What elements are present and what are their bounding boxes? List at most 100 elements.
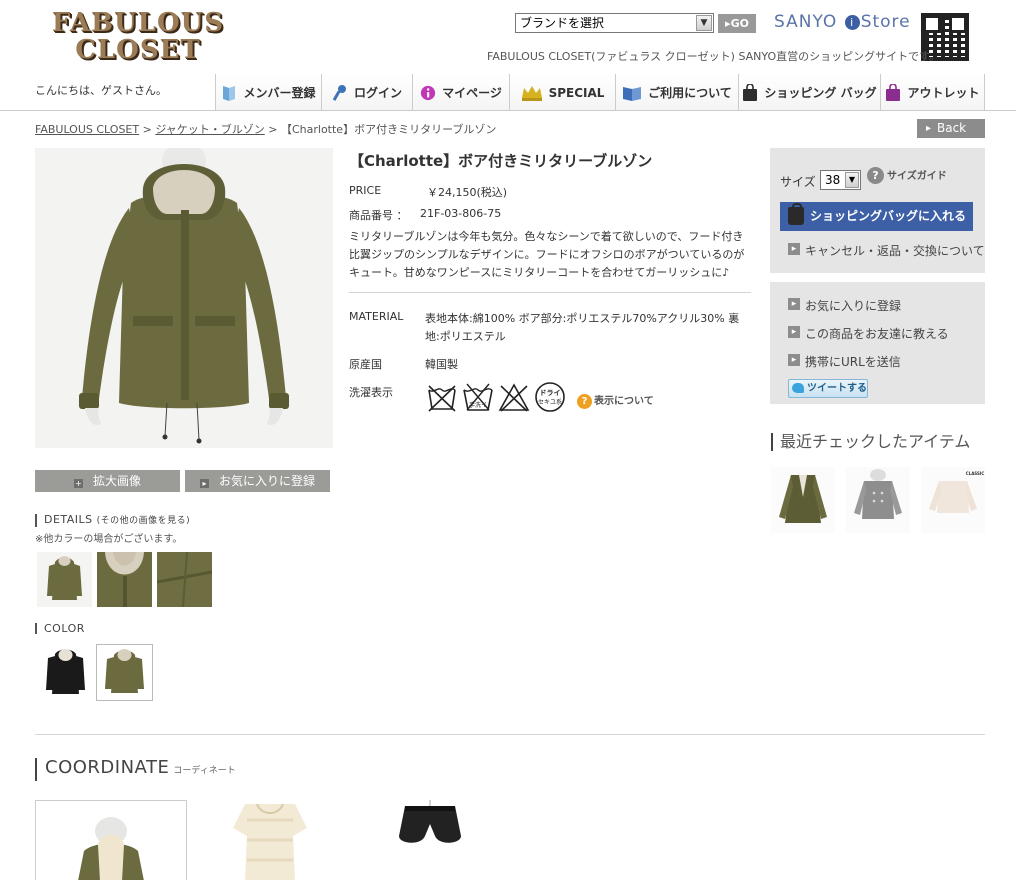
thumb-image <box>97 552 152 607</box>
twitter-bird-icon <box>792 383 804 393</box>
book-icon <box>223 85 236 101</box>
breadcrumb-separator: > <box>268 123 278 136</box>
nav-label: ショッピング バッグ <box>764 86 877 100</box>
nav-shopping-bag[interactable]: ショッピング バッグ <box>739 74 881 111</box>
chevron-down-icon: ▼ <box>845 172 859 188</box>
recent-item-brand-tag: CLASSIC <box>966 471 985 476</box>
nav-label: SPECIAL <box>548 85 605 100</box>
add-to-bag-button[interactable]: ショッピングバッグに入れる <box>780 202 973 231</box>
brand-select-value: ブランドを選択 <box>520 16 605 30</box>
swatch-image <box>37 644 94 701</box>
header-divider <box>0 110 1016 111</box>
go-button[interactable]: ▸GO <box>718 14 756 33</box>
sku-value: 21F-03-806-75 <box>420 207 502 220</box>
thumb-image <box>157 552 212 607</box>
breadcrumb-current: 【Charlotte】ボア付きミリタリーブルゾン <box>280 123 497 136</box>
coordinate-item[interactable] <box>35 800 187 880</box>
coordinate-item-image <box>36 801 186 880</box>
nav-login[interactable]: ログイン <box>322 74 413 111</box>
nav-special[interactable]: SPECIAL <box>510 74 616 111</box>
coordinate-title: COORDINATE <box>45 757 170 778</box>
go-label: GO <box>730 17 749 30</box>
swatch-image <box>97 645 152 700</box>
care-info-link[interactable]: ? 表示について <box>577 392 654 409</box>
tell-friend-link[interactable]: この商品をお友達に教える <box>788 325 949 342</box>
dry-clean-icon: ドライセキユ系 <box>535 382 565 412</box>
nav-guide[interactable]: ご利用について <box>616 74 739 111</box>
zoom-image-button[interactable]: + 拡大画像 <box>35 470 180 492</box>
thumb-image <box>37 552 92 607</box>
nav-mypage[interactable]: マイページ <box>413 74 510 111</box>
shopping-bag-icon <box>743 83 758 101</box>
plus-icon: + <box>73 479 83 488</box>
coordinate-item-image <box>195 800 345 880</box>
dry-text: ドライ <box>540 389 561 397</box>
zoom-label: 拡大画像 <box>92 474 141 488</box>
global-nav: メンバー登録 ログイン マイページ SPECIAL ご利用について ショッピング… <box>215 74 985 111</box>
nav-label: アウトレット <box>907 86 980 100</box>
sku-label: 商品番号 ： <box>349 209 408 222</box>
recent-item[interactable] <box>846 467 910 533</box>
product-description: ミリタリーブルゾンは今年も気分。色々なシーンで着て欲しいので、フード付き比翼ジッ… <box>349 230 745 279</box>
material-value: 表地本体:綿100% ボア部分:ポリエステル70%アクリル30% 裏地:ポリエス… <box>425 312 740 343</box>
logo-line-1: FABULOUS <box>51 8 225 38</box>
favorite-link[interactable]: お気に入りに登録 <box>788 297 901 314</box>
product-title: 【Charlotte】ボア付きミリタリーブルゾン <box>349 152 653 170</box>
dry-sub-text: セキユ系 <box>538 398 562 406</box>
details-heading: DETAILS (その他の画像を見る) <box>35 514 190 527</box>
detail-thumb-fabric[interactable] <box>157 552 212 607</box>
add-favorite-button[interactable]: ▸ お気に入りに登録 <box>185 470 330 492</box>
details-note: ※他カラーの場合がございます。 <box>35 534 183 545</box>
question-icon: ? <box>867 167 884 184</box>
sanyo-store-logo[interactable]: SANYO i Store <box>774 12 911 32</box>
material-label: MATERIAL <box>349 310 404 323</box>
breadcrumb-separator: > <box>142 123 152 136</box>
send-url-link[interactable]: 携帯にURLを送信 <box>788 353 901 370</box>
brand-select[interactable]: ブランドを選択 ▼ <box>515 13 714 33</box>
store-logo-text-a: SANYO <box>774 12 838 32</box>
color-swatch-khaki[interactable] <box>96 644 153 701</box>
size-guide-link[interactable]: ? サイズガイド <box>867 167 947 184</box>
back-button[interactable]: Back <box>917 119 985 138</box>
recent-items-heading: 最近チェックしたアイテム <box>771 433 970 451</box>
crown-icon <box>521 85 542 101</box>
coordinate-item[interactable] <box>355 800 505 880</box>
details-label: DETAILS <box>44 513 93 526</box>
nav-outlet[interactable]: アウトレット <box>881 74 985 111</box>
size-select[interactable]: 38 ▼ <box>820 170 861 190</box>
origin-label: 原産国 <box>349 358 382 371</box>
chevron-down-icon: ▼ <box>696 15 712 31</box>
guide-book-icon <box>623 86 642 101</box>
coordinate-item[interactable] <box>195 800 345 880</box>
detail-thumb-hood[interactable] <box>97 552 152 607</box>
size-guide-label: サイズガイド <box>887 171 947 182</box>
breadcrumb-category-link[interactable]: ジャケット・ブルゾン <box>155 123 264 136</box>
hand-wash-text: 手洗イ <box>469 401 487 409</box>
size-value: 38 <box>825 173 841 187</box>
no-bleach-icon <box>498 383 530 412</box>
recent-item[interactable] <box>771 467 835 533</box>
recent-item-image <box>846 467 910 533</box>
tweet-button[interactable]: ツイートする <box>788 379 868 398</box>
nav-member-register[interactable]: メンバー登録 <box>216 74 322 111</box>
product-main-image[interactable] <box>35 148 333 448</box>
coordinate-heading: COORDINATE コーディネート <box>35 758 236 781</box>
nav-label: マイページ <box>442 86 502 100</box>
color-swatch-black[interactable] <box>37 644 94 701</box>
care-info-label: 表示について <box>594 396 654 407</box>
share-panel: お気に入りに登録 この商品をお友達に教える 携帯にURLを送信 ツイートする <box>770 282 985 404</box>
shopping-bag-icon <box>788 203 804 225</box>
info-icon <box>420 85 436 100</box>
site-logo[interactable]: FABULOUS CLOSET <box>37 10 239 66</box>
coordinate-item-image <box>355 800 505 880</box>
detail-thumb-front[interactable] <box>37 552 92 607</box>
cancel-return-link[interactable]: キャンセル・返品・交換について <box>788 242 985 259</box>
size-label: サイズ <box>780 175 816 189</box>
favorite-label: お気に入りに登録 <box>218 474 315 488</box>
breadcrumb-home-link[interactable]: FABULOUS CLOSET <box>35 123 139 136</box>
recent-item[interactable]: CLASSIC <box>921 467 985 533</box>
recent-item-image: CLASSIC <box>921 467 985 533</box>
details-sub: (その他の画像を見る) <box>96 516 191 526</box>
store-logo-text-b: Store <box>860 12 911 32</box>
store-logo-i: i <box>844 15 860 30</box>
